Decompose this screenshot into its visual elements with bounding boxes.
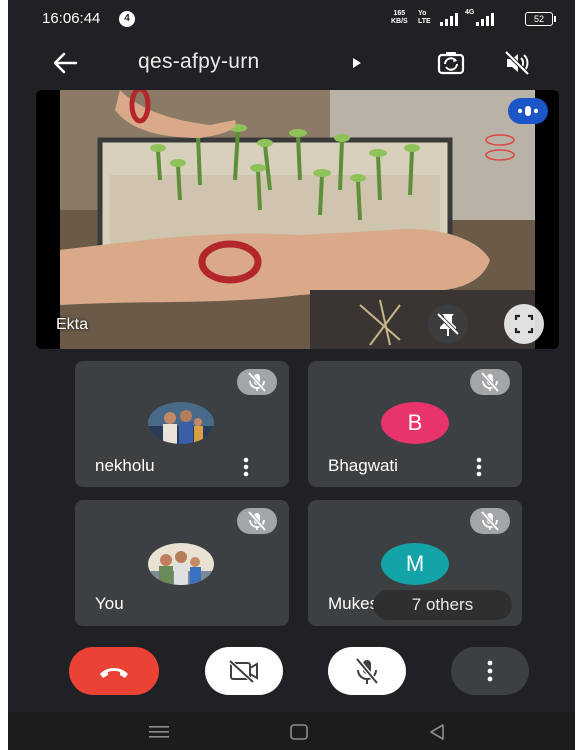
more-options-button[interactable] xyxy=(451,647,529,695)
system-navigation-bar xyxy=(8,712,575,750)
home-icon[interactable] xyxy=(290,724,308,740)
unpin-icon xyxy=(436,312,460,336)
switch-camera-button[interactable] xyxy=(434,46,468,80)
avatar-photo-image xyxy=(148,402,214,444)
back-button[interactable] xyxy=(48,48,82,78)
network-speed-value: 165 xyxy=(393,10,406,17)
fullscreen-button[interactable] xyxy=(504,304,544,344)
more-vert-icon xyxy=(476,457,482,477)
participant-tile-mukesh[interactable]: M Mukesh 7 others xyxy=(308,500,522,626)
participant-name: You xyxy=(95,594,124,613)
recents-menu-icon[interactable] xyxy=(149,725,169,739)
avatar xyxy=(148,402,214,444)
battery-icon: 52 xyxy=(525,12,556,26)
main-speaker-name: Ekta xyxy=(56,316,89,333)
status-time: 16:06:44 xyxy=(42,10,101,27)
muted-indicator xyxy=(237,508,277,534)
avatar xyxy=(148,543,214,585)
mic-toggle-button[interactable] xyxy=(328,647,406,695)
mic-off-icon xyxy=(247,371,267,393)
muted-indicator xyxy=(470,369,510,395)
others-count-chip[interactable]: 7 others xyxy=(373,590,512,620)
participant-more-button[interactable] xyxy=(241,456,251,478)
signal-icon xyxy=(440,13,458,26)
meeting-code-title[interactable]: qes-afpy-urn xyxy=(138,50,260,74)
network-speed-unit: KB/S xyxy=(391,18,408,25)
mic-off-icon xyxy=(480,371,500,393)
speaking-indicator xyxy=(508,98,548,124)
meet-call-screen: 16:06:44 4 165 KB/S Yo LTE 4G 52 qes-afp… xyxy=(8,0,575,750)
volte-top-label: Yo xyxy=(418,10,427,17)
participant-name: nekholu xyxy=(95,456,155,475)
status-bar: 16:06:44 4 165 KB/S Yo LTE 4G 52 xyxy=(8,0,575,38)
participant-tile-bhagwati[interactable]: B Bhagwati xyxy=(308,361,522,487)
participant-tile-nekholu[interactable]: nekholu xyxy=(75,361,289,487)
meeting-info-caret-icon[interactable] xyxy=(352,57,362,69)
fullscreen-icon xyxy=(514,314,534,334)
back-nav-icon[interactable] xyxy=(429,724,445,740)
avatar: B xyxy=(381,402,449,444)
speaker-toggle-button[interactable] xyxy=(500,46,534,80)
more-vert-icon xyxy=(243,457,249,477)
avatar: M xyxy=(381,543,449,585)
participant-tile-you[interactable]: You xyxy=(75,500,289,626)
switch-camera-icon xyxy=(437,52,465,75)
speaking-indicator-icon xyxy=(517,106,539,116)
signal-icon-2 xyxy=(476,13,494,26)
camera-toggle-button[interactable] xyxy=(205,647,283,695)
notification-count-badge: 4 xyxy=(119,11,135,27)
more-options-icon xyxy=(487,660,493,682)
participant-more-button[interactable] xyxy=(474,456,484,478)
volte-bottom-label: LTE xyxy=(418,18,431,25)
muted-indicator xyxy=(470,508,510,534)
unpin-button[interactable] xyxy=(428,304,468,344)
mic-off-icon xyxy=(355,657,379,685)
mic-off-icon xyxy=(480,510,500,532)
speaker-off-icon xyxy=(504,50,530,76)
avatar-photo-image xyxy=(148,543,214,585)
main-speaker-video[interactable]: Ekta xyxy=(36,90,559,349)
participant-name: Bhagwati xyxy=(328,456,398,475)
back-arrow-icon xyxy=(53,52,78,74)
camera-off-icon xyxy=(228,659,258,684)
muted-indicator xyxy=(237,369,277,395)
end-call-button[interactable] xyxy=(69,647,159,695)
network-speed: 165 KB/S xyxy=(391,10,408,26)
mic-off-icon xyxy=(247,510,267,532)
end-call-icon xyxy=(100,668,128,678)
volte-indicator: Yo LTE xyxy=(418,10,431,26)
network-type: 4G xyxy=(465,9,475,16)
